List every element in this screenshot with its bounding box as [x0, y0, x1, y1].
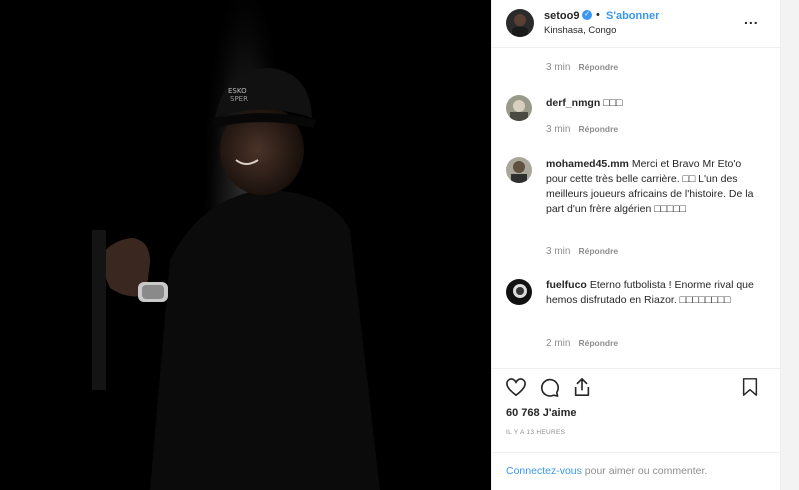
location-link[interactable]: Kinshasa, Congo [544, 25, 616, 36]
comment-time: 3 min [546, 62, 571, 73]
comment-meta: 2 min Répondre [546, 338, 618, 349]
comment-body: □□□ [603, 97, 623, 109]
comment-time: 3 min [546, 246, 571, 257]
comment-text: fuelfuco Eterno futbolista ! Enorme rival… [546, 278, 756, 308]
comment-icon[interactable] [538, 377, 560, 402]
post-side-panel: setoo9 ✓ • S'abonner Kinshasa, Congo ...… [491, 0, 781, 490]
login-prompt-text: pour aimer ou commenter. [581, 465, 708, 477]
comment-meta: 3 min Répondre [546, 246, 618, 257]
comment-text: derf_nmgn □□□ [546, 96, 756, 111]
login-prompt: Connectez-vous pour aimer ou commenter. [492, 452, 780, 490]
separator-dot: • [596, 9, 600, 21]
reply-button[interactable]: Répondre [578, 246, 618, 256]
svg-text:SPER: SPER [230, 95, 248, 103]
comment-time: 3 min [546, 124, 571, 135]
share-icon[interactable] [571, 377, 593, 402]
like-count[interactable]: 60 768 J'aime [506, 407, 577, 419]
avatar[interactable] [506, 95, 532, 121]
comment-list: 3 min Répondre derf_nmgn □□□ 3 min Répondre… [492, 48, 780, 368]
reply-button[interactable]: Répondre [578, 338, 618, 348]
heart-icon[interactable] [505, 377, 527, 402]
post-photo[interactable]: ESKO SPER [0, 0, 491, 490]
verified-badge-icon: ✓ [582, 10, 592, 20]
comment-text: mohamed45.mm Merci et Bravo Mr Eto'o pour… [546, 157, 756, 217]
cap-logo: ESKO [228, 87, 247, 95]
comment-meta: 3 min Répondre [546, 62, 618, 73]
bookmark-icon[interactable] [740, 377, 760, 402]
post-header: setoo9 ✓ • S'abonner Kinshasa, Congo ... [492, 0, 780, 48]
comment-username[interactable]: mohamed45.mm [546, 158, 629, 170]
comment-username[interactable]: fuelfuco [546, 279, 587, 291]
avatar[interactable] [506, 157, 532, 183]
author-username[interactable]: setoo9 [544, 10, 579, 22]
follow-button[interactable]: S'abonner [606, 10, 659, 22]
avatar[interactable] [506, 279, 532, 305]
login-link[interactable]: Connectez-vous [506, 465, 582, 477]
page-margin [781, 0, 799, 490]
avatar[interactable] [506, 9, 534, 37]
comment-username[interactable]: derf_nmgn [546, 97, 600, 109]
reply-button[interactable]: Répondre [578, 62, 618, 72]
post-timestamp: IL Y A 13 HEURES [506, 429, 566, 436]
comment-time: 2 min [546, 338, 571, 349]
post-actions: 60 768 J'aime IL Y A 13 HEURES [492, 368, 780, 463]
more-options-icon[interactable]: ... [744, 11, 759, 27]
post-image: ESKO SPER [0, 0, 491, 490]
comment-meta: 3 min Répondre [546, 124, 618, 135]
reply-button[interactable]: Répondre [578, 124, 618, 134]
